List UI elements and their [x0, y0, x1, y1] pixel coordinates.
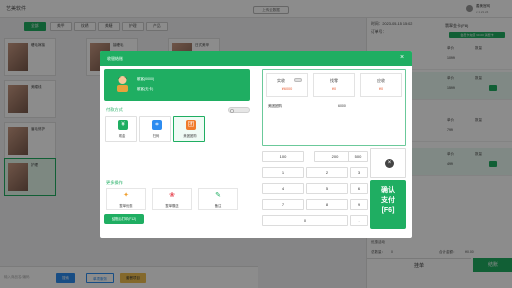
- combined-payment-toggle[interactable]: [228, 107, 250, 113]
- paid-value: ¥6000: [281, 87, 293, 91]
- more-section-title: 更多操作: [106, 180, 123, 185]
- payment-scan[interactable]: ⌗ 扫码: [139, 116, 171, 142]
- discount-icon: ✦: [123, 192, 129, 199]
- key-3[interactable]: 3: [350, 167, 368, 178]
- member-card: 散客(0000) 散客(无卡): [104, 69, 250, 101]
- payment-label: 美团团购: [183, 134, 197, 138]
- payment-meituan[interactable]: 团 美团团购: [173, 116, 205, 142]
- key-5[interactable]: 5: [306, 183, 348, 194]
- key-4[interactable]: 4: [262, 183, 304, 194]
- payment-line[interactable]: 美团团购 6000: [266, 101, 354, 111]
- discount-value: ¥0: [378, 87, 384, 91]
- meituan-icon: 团: [186, 120, 196, 130]
- change-label: 找零: [330, 78, 338, 83]
- paid-toggle[interactable]: [294, 78, 302, 82]
- payment-label: 现金: [118, 134, 126, 138]
- dialog-header: 收银结账 ×: [100, 51, 412, 66]
- paid-amount: 实收 ¥6000: [266, 73, 308, 97]
- confirm-label: 确认: [381, 187, 395, 194]
- member-avatar-icon: [117, 76, 128, 92]
- payment-line-value: 6000: [338, 104, 346, 108]
- member-card-type: 散客(无卡): [137, 87, 154, 91]
- change-amount: 找零 ¥0: [313, 73, 355, 97]
- dialog-title: 收银结账: [107, 56, 123, 61]
- confirm-shortcut: [F6]: [381, 207, 395, 214]
- key-8[interactable]: 8: [306, 199, 348, 210]
- whole-order-discount-button[interactable]: ✦ 整单优惠: [106, 188, 146, 210]
- print-after-checkout-button[interactable]: 结账后打印(F12): [104, 214, 144, 224]
- key-0[interactable]: 0: [262, 215, 348, 226]
- amount-panel: 实收 ¥6000 找零 ¥0 应收 ¥0 美团团购 6000: [262, 69, 406, 146]
- scan-icon: ⌗: [152, 120, 162, 130]
- backspace-button[interactable]: ×: [370, 148, 406, 178]
- cash-icon: ¥: [118, 120, 128, 130]
- confirm-label: 支付: [381, 197, 395, 204]
- close-circle-icon: ×: [385, 159, 394, 168]
- action-label: 整单赠送: [165, 204, 179, 208]
- note-button[interactable]: ✎ 备注: [198, 188, 238, 210]
- key-1[interactable]: 1: [262, 167, 304, 178]
- gift-icon: ❀: [169, 192, 175, 199]
- key-2[interactable]: 2: [306, 167, 348, 178]
- quick-amount-100[interactable]: 100: [262, 151, 304, 162]
- key-dot[interactable]: .: [350, 215, 368, 226]
- toggle-knob: [230, 108, 234, 113]
- payment-line-label: 美团团购: [268, 104, 282, 108]
- key-6[interactable]: 6: [350, 183, 368, 194]
- member-code: 散客(0000): [137, 77, 155, 81]
- note-icon: ✎: [215, 192, 221, 199]
- confirm-payment-button[interactable]: 确认 支付 [F6]: [370, 180, 406, 229]
- quick-amount-500[interactable]: 500: [348, 151, 368, 162]
- key-9[interactable]: 9: [350, 199, 368, 210]
- action-label: 整单优惠: [119, 204, 133, 208]
- action-label: 备注: [214, 204, 222, 208]
- close-icon[interactable]: ×: [400, 54, 404, 62]
- whole-order-gift-button[interactable]: ❀ 整单赠送: [152, 188, 192, 210]
- payment-section-title: 付款方式: [106, 107, 123, 112]
- discount-amount: 应收 ¥0: [360, 73, 402, 97]
- payment-label: 扫码: [152, 134, 160, 138]
- change-value: ¥0: [331, 87, 337, 91]
- checkout-dialog: 收银结账 × 散客(0000) 散客(无卡) 付款方式 ¥ 现金 ⌗ 扫码 团 …: [100, 51, 412, 238]
- key-7[interactable]: 7: [262, 199, 304, 210]
- discount-label: 应收: [377, 78, 385, 83]
- payment-cash[interactable]: ¥ 现金: [105, 116, 137, 142]
